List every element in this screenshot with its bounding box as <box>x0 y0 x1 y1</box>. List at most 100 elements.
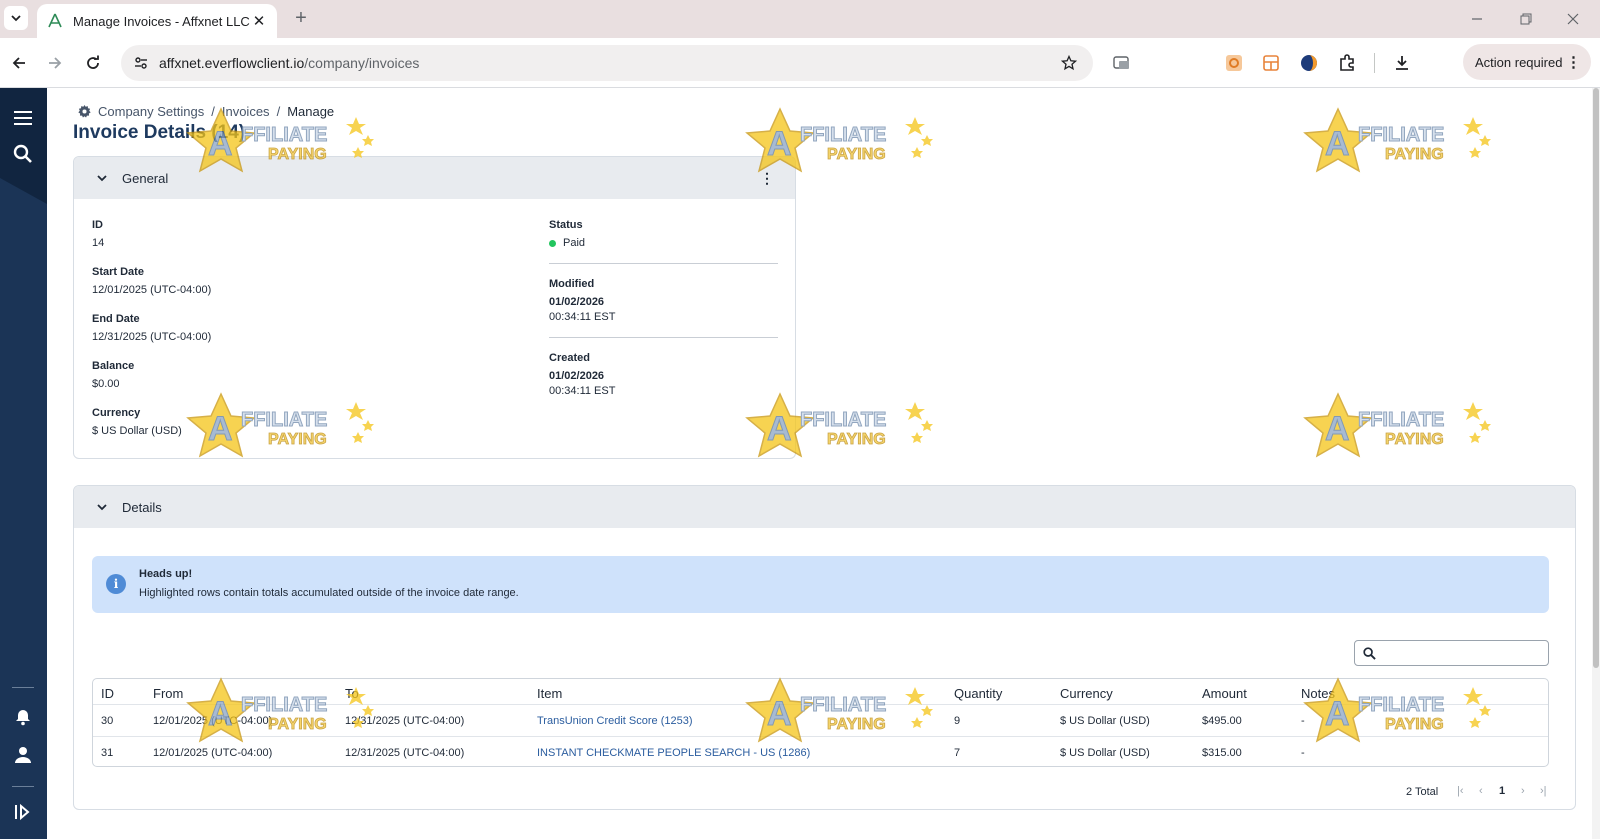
modified-label: Modified <box>549 278 595 290</box>
id-label: ID <box>92 219 103 231</box>
tab-search-button[interactable] <box>4 6 28 30</box>
cell-amount: $315.00 <box>1202 747 1242 759</box>
scrollbar-thumb[interactable] <box>1593 88 1599 668</box>
gear-icon <box>78 105 91 118</box>
search-icon[interactable] <box>11 142 35 166</box>
cell-amount: $495.00 <box>1202 715 1242 727</box>
details-card-header[interactable]: Details <box>74 486 1575 528</box>
browser-tabstrip: Manage Invoices - Affxnet LLC ✕ + <box>0 0 1600 38</box>
created-date: 01/02/2026 <box>549 370 605 382</box>
field-modified: Modified 01/02/2026 00:34:11 EST <box>549 278 615 323</box>
general-card: General ⋮ ID 14 Start Date 12/01/2025 (U… <box>73 156 796 459</box>
vertical-scrollbar[interactable] <box>1592 88 1600 839</box>
balance-value: $0.00 <box>92 378 120 390</box>
field-divider <box>549 263 778 264</box>
user-icon[interactable] <box>11 743 35 767</box>
url-host: affxnet.everflowclient.io <box>159 55 305 71</box>
cell-notes: - <box>1301 747 1305 759</box>
url-text: affxnet.everflowclient.io/company/invoic… <box>159 55 1057 71</box>
arrow-left-icon <box>12 57 25 69</box>
last-page-icon[interactable]: ›| <box>1540 785 1547 797</box>
breadcrumb-separator: / <box>276 104 281 119</box>
cell-currency: $ US Dollar (USD) <box>1060 715 1150 727</box>
back-button[interactable] <box>8 52 30 74</box>
field-created: Created 01/02/2026 00:34:11 EST <box>549 352 615 397</box>
cell-item-link[interactable]: INSTANT CHECKMATE PEOPLE SEARCH - US (12… <box>537 747 810 759</box>
currency-value: $ US Dollar (USD) <box>92 425 182 437</box>
more-options-icon[interactable]: ⋮ <box>760 169 774 187</box>
address-bar[interactable]: affxnet.everflowclient.io/company/invoic… <box>121 45 1093 81</box>
start-date-label: Start Date <box>92 266 144 278</box>
new-tab-button[interactable]: + <box>290 8 312 30</box>
modified-time: 00:34:11 EST <box>549 311 616 323</box>
browser-tab-active[interactable]: Manage Invoices - Affxnet LLC ✕ <box>37 4 277 38</box>
more-vert-icon: ⋮ <box>1566 54 1581 71</box>
breadcrumb-company-settings[interactable]: Company Settings <box>98 104 204 119</box>
breadcrumb-invoices[interactable]: Invoices <box>222 104 270 119</box>
cell-item-link[interactable]: TransUnion Credit Score (1253) <box>537 715 693 727</box>
chevron-down-icon[interactable] <box>94 170 110 186</box>
modified-date: 01/02/2026 <box>549 296 605 308</box>
id-value: 14 <box>92 237 105 249</box>
extensions-puzzle-icon[interactable] <box>1336 52 1358 74</box>
column-header-notes[interactable]: Notes <box>1301 686 1335 701</box>
chevron-down-icon[interactable] <box>94 499 110 515</box>
invoice-items-table: ID From To Item Quantity Currency Amount… <box>92 678 1549 767</box>
general-card-title: General <box>122 170 169 186</box>
extension-orange-icon[interactable] <box>1223 52 1245 74</box>
extension-circle-icon[interactable] <box>1298 52 1320 74</box>
column-header-currency[interactable]: Currency <box>1060 686 1113 701</box>
action-required-button[interactable]: Action required ⋮ <box>1463 44 1591 80</box>
minimize-icon[interactable] <box>1465 9 1489 29</box>
status-value: Paid <box>563 237 586 249</box>
prev-page-icon[interactable]: ‹ <box>1479 785 1483 797</box>
toolbar-separator <box>1374 53 1375 73</box>
cell-quantity: 9 <box>954 715 961 727</box>
breadcrumb: Company Settings / Invoices / Manage <box>78 104 334 119</box>
bell-icon[interactable] <box>11 705 35 729</box>
column-header-amount[interactable]: Amount <box>1202 686 1247 701</box>
first-page-icon[interactable]: |‹ <box>1457 785 1464 797</box>
field-status: Status Paid <box>549 219 585 249</box>
sidebar-divider <box>12 687 34 688</box>
extension-layout-icon[interactable] <box>1260 52 1282 74</box>
close-window-icon[interactable] <box>1561 9 1585 29</box>
cell-notes: - <box>1301 715 1305 727</box>
sidebar-diagonal-decoration <box>0 178 47 204</box>
action-required-label: Action required <box>1475 54 1563 70</box>
download-icon[interactable] <box>1391 52 1413 74</box>
general-card-header[interactable]: General ⋮ <box>74 157 795 199</box>
alert-text: Highlighted rows contain totals accumula… <box>139 587 519 599</box>
table-row: 30 12/01/2025 (UTC-04:00) 12/31/2025 (UT… <box>93 704 1548 736</box>
column-header-to[interactable]: To <box>345 686 359 701</box>
forward-button[interactable] <box>44 52 66 74</box>
site-info-icon[interactable] <box>131 53 151 73</box>
cast-icon[interactable] <box>1111 52 1133 74</box>
current-page[interactable]: 1 <box>1499 785 1505 797</box>
cell-quantity: 7 <box>954 747 961 759</box>
breadcrumb-manage: Manage <box>287 104 335 119</box>
table-search-input[interactable] <box>1354 640 1549 666</box>
chevron-down-icon <box>11 15 21 22</box>
column-header-id[interactable]: ID <box>101 686 114 701</box>
hamburger-menu-icon[interactable] <box>11 106 35 130</box>
sidebar-divider <box>12 786 34 787</box>
bookmark-star-icon[interactable] <box>1057 51 1081 75</box>
tab-close-icon[interactable]: ✕ <box>251 12 267 30</box>
cell-id: 31 <box>101 747 114 759</box>
column-header-from[interactable]: From <box>153 686 183 701</box>
arrow-right-icon <box>49 57 62 69</box>
status-badge: Paid <box>549 237 585 249</box>
tab-title: Manage Invoices - Affxnet LLC <box>73 13 250 29</box>
reload-button[interactable] <box>82 52 104 74</box>
restore-icon[interactable] <box>1514 9 1538 29</box>
expand-sidebar-icon[interactable] <box>11 800 35 824</box>
next-page-icon[interactable]: › <box>1521 785 1525 797</box>
column-header-item[interactable]: Item <box>537 686 562 701</box>
end-date-label: End Date <box>92 313 140 325</box>
cell-to: 12/31/2025 (UTC-04:00) <box>345 715 465 727</box>
info-icon: i <box>106 574 126 594</box>
end-date-value: 12/31/2025 (UTC-04:00) <box>92 331 212 343</box>
column-header-quantity[interactable]: Quantity <box>954 686 1002 701</box>
field-end-date: End Date 12/31/2025 (UTC-04:00) <box>92 313 211 343</box>
